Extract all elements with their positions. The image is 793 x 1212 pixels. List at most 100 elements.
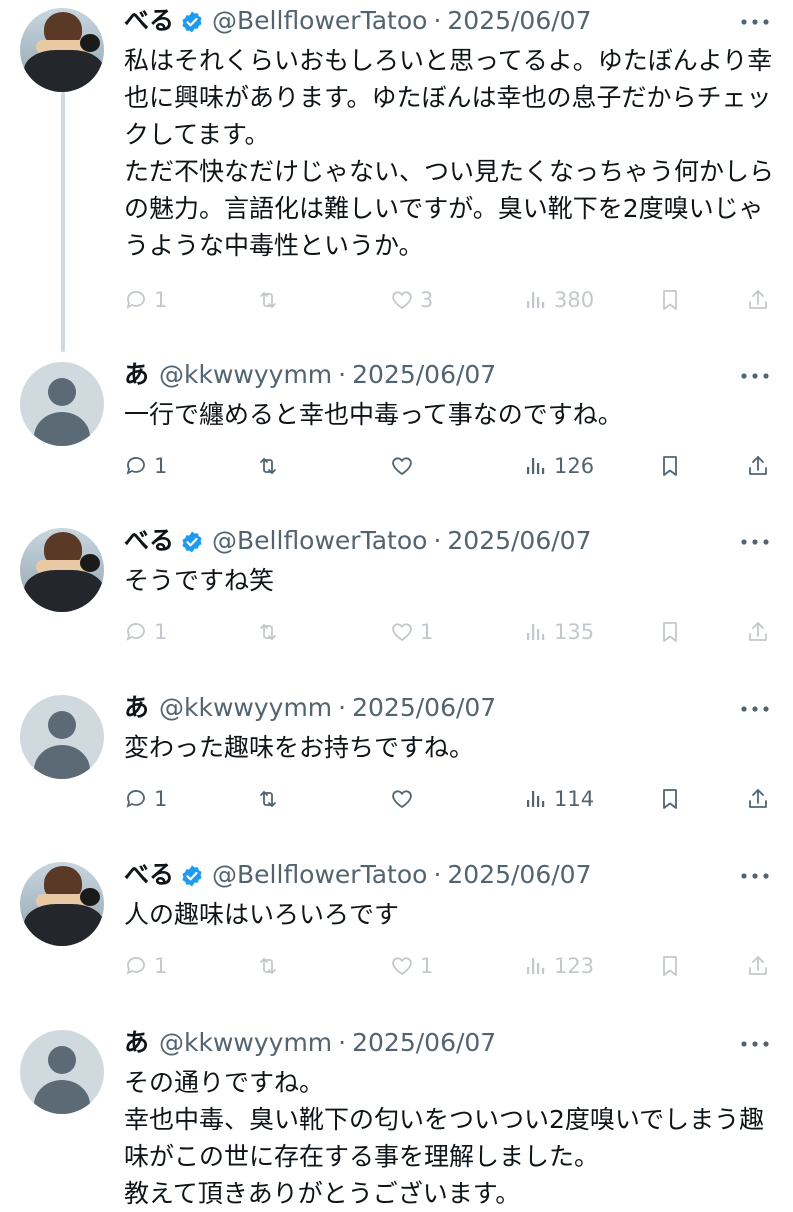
bookmark-button[interactable] xyxy=(658,284,682,316)
more-icon[interactable] xyxy=(738,532,772,552)
retweet-icon xyxy=(256,454,280,478)
separator-dot: · xyxy=(433,860,442,889)
views-icon xyxy=(524,620,548,644)
retweet-button[interactable] xyxy=(256,284,286,316)
avatar[interactable] xyxy=(20,528,104,612)
author-handle[interactable]: @BellflowerTatoo xyxy=(212,858,427,892)
share-button[interactable] xyxy=(746,783,770,815)
share-icon xyxy=(746,787,770,811)
avatar[interactable] xyxy=(20,362,104,446)
author-name[interactable]: べる xyxy=(124,524,174,558)
heart-icon xyxy=(390,787,414,811)
views-button[interactable]: 380 xyxy=(524,284,594,316)
separator-dot: · xyxy=(338,1028,347,1057)
replies-count: 1 xyxy=(154,954,168,978)
reply-icon xyxy=(124,954,148,978)
post-date[interactable]: 2025/06/07 xyxy=(447,4,591,38)
author-handle[interactable]: @kkwwyymm xyxy=(159,1026,332,1060)
views-icon xyxy=(524,954,548,978)
post-text: その通りですね。 幸也中毒、臭い靴下の匂いをついつい2度嗅いでしまう趣味がこの世… xyxy=(124,1068,765,1208)
post-date[interactable]: 2025/06/07 xyxy=(447,524,591,558)
reply-icon xyxy=(124,787,148,811)
views-icon xyxy=(524,288,548,312)
post-date[interactable]: 2025/06/07 xyxy=(352,1026,496,1060)
author-handle[interactable]: @BellflowerTatoo xyxy=(212,4,427,38)
post-text: 一行で纏めると幸也中毒って事なのですね。 xyxy=(124,400,623,429)
more-icon[interactable] xyxy=(738,1034,772,1054)
action-bar: 1 1 123 xyxy=(124,950,784,982)
bookmark-button[interactable] xyxy=(658,450,682,482)
avatar[interactable] xyxy=(20,862,104,946)
heart-icon xyxy=(390,454,414,478)
post-date[interactable]: 2025/06/07 xyxy=(352,691,496,725)
reply-button[interactable]: 1 xyxy=(124,284,167,316)
separator-dot: · xyxy=(433,6,442,35)
views-button[interactable]: 126 xyxy=(524,450,594,482)
post-text: 人の趣味はいろいろです xyxy=(124,900,400,929)
like-button[interactable] xyxy=(390,450,420,482)
heart-icon xyxy=(390,620,414,644)
bookmark-icon xyxy=(658,954,682,978)
like-button[interactable] xyxy=(390,783,420,815)
retweet-button[interactable] xyxy=(256,950,286,982)
share-button[interactable] xyxy=(746,284,770,316)
post-header: べる @BellflowerTatoo · 2025/06/07 xyxy=(124,4,591,38)
verified-badge-icon xyxy=(180,863,204,887)
retweet-icon xyxy=(256,288,280,312)
retweet-icon xyxy=(256,620,280,644)
bookmark-icon xyxy=(658,787,682,811)
share-button[interactable] xyxy=(746,450,770,482)
bookmark-button[interactable] xyxy=(658,950,682,982)
replies-count: 1 xyxy=(154,620,168,644)
share-button[interactable] xyxy=(746,950,770,982)
share-button[interactable] xyxy=(746,616,770,648)
separator-dot: · xyxy=(433,526,442,555)
reply-button[interactable]: 1 xyxy=(124,450,167,482)
author-name[interactable]: あ xyxy=(124,358,149,392)
more-icon[interactable] xyxy=(738,366,772,386)
views-button[interactable]: 135 xyxy=(524,616,594,648)
retweet-button[interactable] xyxy=(256,783,286,815)
post-date[interactable]: 2025/06/07 xyxy=(352,358,496,392)
avatar[interactable] xyxy=(20,695,104,779)
author-handle[interactable]: @BellflowerTatoo xyxy=(212,524,427,558)
author-name[interactable]: べる xyxy=(124,858,174,892)
views-count: 114 xyxy=(554,787,595,811)
more-icon[interactable] xyxy=(738,12,772,32)
retweet-button[interactable] xyxy=(256,616,286,648)
reply-button[interactable]: 1 xyxy=(124,950,167,982)
like-button[interactable]: 3 xyxy=(390,284,433,316)
views-button[interactable]: 114 xyxy=(524,783,594,815)
like-button[interactable]: 1 xyxy=(390,950,433,982)
author-name[interactable]: べる xyxy=(124,4,174,38)
reply-button[interactable]: 1 xyxy=(124,783,167,815)
replies-count: 1 xyxy=(154,787,168,811)
bookmark-button[interactable] xyxy=(658,783,682,815)
share-icon xyxy=(746,620,770,644)
likes-count: 1 xyxy=(420,954,434,978)
author-handle[interactable]: @kkwwyymm xyxy=(159,358,332,392)
like-button[interactable]: 1 xyxy=(390,616,433,648)
retweet-button[interactable] xyxy=(256,450,286,482)
avatar[interactable] xyxy=(20,1030,104,1114)
reply-button[interactable]: 1 xyxy=(124,616,167,648)
verified-badge-icon xyxy=(180,529,204,553)
views-button[interactable]: 123 xyxy=(524,950,594,982)
more-icon[interactable] xyxy=(738,866,772,886)
bookmark-button[interactable] xyxy=(658,616,682,648)
post-date[interactable]: 2025/06/07 xyxy=(447,858,591,892)
author-name[interactable]: あ xyxy=(124,691,149,725)
author-name[interactable]: あ xyxy=(124,1026,149,1060)
avatar[interactable] xyxy=(20,8,104,92)
views-count: 123 xyxy=(554,954,595,978)
likes-count: 1 xyxy=(420,620,434,644)
post-text: 変わった趣味をお持ちですね。 xyxy=(124,733,475,762)
likes-count: 3 xyxy=(420,288,434,312)
views-count: 126 xyxy=(554,454,595,478)
author-handle[interactable]: @kkwwyymm xyxy=(159,691,332,725)
reply-icon xyxy=(124,288,148,312)
post-header: あ @kkwwyymm · 2025/06/07 xyxy=(124,691,496,725)
views-count: 135 xyxy=(554,620,595,644)
more-icon[interactable] xyxy=(738,699,772,719)
bookmark-icon xyxy=(658,620,682,644)
